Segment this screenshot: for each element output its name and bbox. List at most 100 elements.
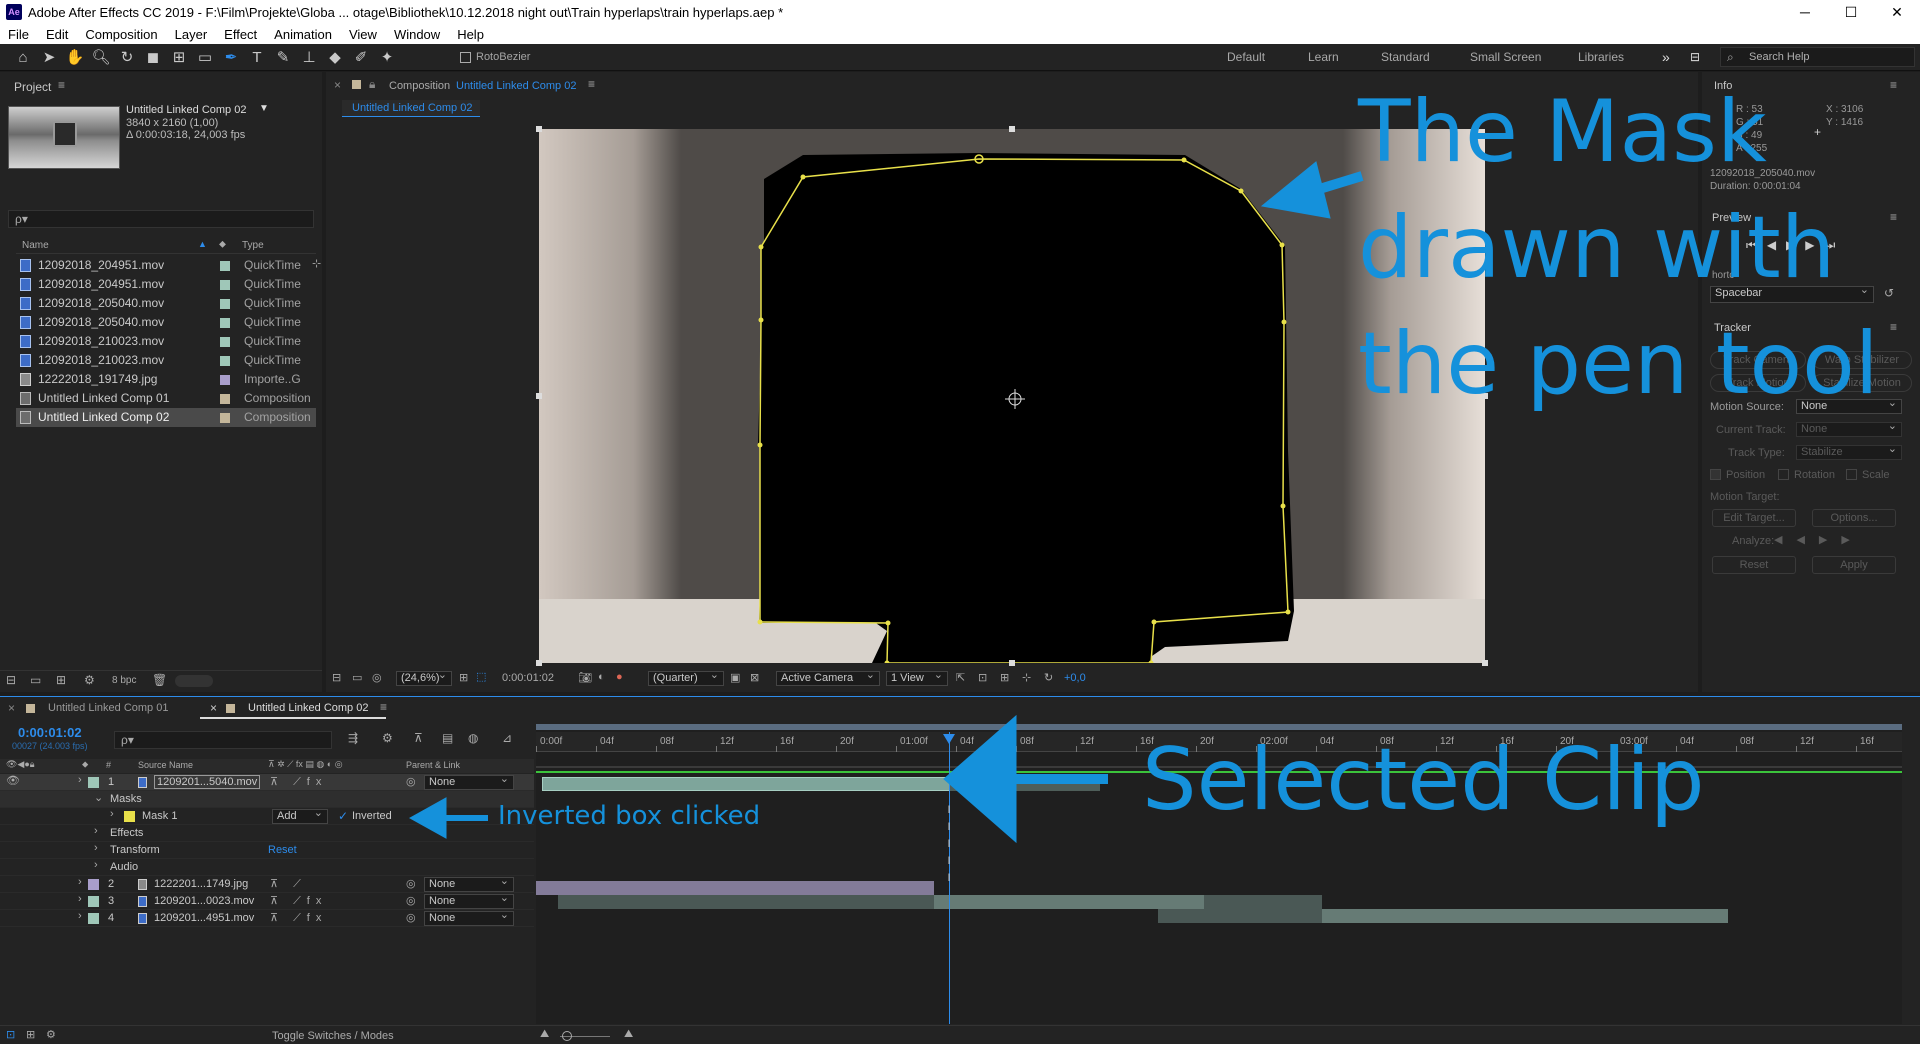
project-settings-icon[interactable]: ⚙ <box>84 673 95 687</box>
tracker-menu-icon[interactable]: ≡ <box>1890 320 1897 334</box>
mask-visibility-icon[interactable]: ⬚ <box>476 670 486 683</box>
timeline-icon[interactable]: ⊞ <box>1000 671 1009 684</box>
column-name-header[interactable]: Name <box>22 240 49 251</box>
layer-source-name[interactable]: 1222201...1749.jpg <box>154 878 248 890</box>
timeline-tab-comp-02[interactable]: Untitled Linked Comp 02 <box>248 702 368 714</box>
flowchart-icon[interactable]: ⊹ <box>1022 671 1031 684</box>
interpret-footage-icon[interactable]: ⊟ <box>6 673 16 687</box>
parent-pick-whip-icon[interactable]: ◎ <box>406 911 416 924</box>
layer-source-name[interactable]: 1209201...5040.mov <box>154 775 261 789</box>
twirl-arrow-icon[interactable]: ⌄ <box>94 791 103 804</box>
shy-icon[interactable]: ⊼ <box>414 731 423 745</box>
motion-blur-icon[interactable]: ◍ <box>468 731 478 745</box>
current-track-dropdown[interactable]: None <box>1796 420 1902 437</box>
reset-exposure-icon[interactable]: ↻ <box>1044 671 1053 684</box>
project-item[interactable]: Untitled Linked Comp 02 Composition <box>16 408 316 427</box>
new-composition-icon[interactable]: ⊞ <box>56 673 66 687</box>
zoom-dropdown[interactable]: (24,6%) <box>396 669 452 686</box>
project-item[interactable]: 12092018_205040.mov QuickTime <box>16 313 316 332</box>
composition-viewer[interactable] <box>536 126 1488 666</box>
more-workspaces-button[interactable]: » <box>1662 44 1670 71</box>
layer-label-chip[interactable] <box>88 913 99 924</box>
project-item[interactable]: Untitled Linked Comp 01 Composition <box>16 389 316 408</box>
project-search-input[interactable]: ρ▾ <box>8 210 314 228</box>
layer-row[interactable]: › 4 1209201...4951.mov ⊼ ⟋fx ◎ None <box>0 909 534 927</box>
parent-pick-whip-icon[interactable]: ◎ <box>406 894 416 907</box>
panel-menu-icon[interactable]: ≡ <box>58 78 65 92</box>
layer-switches[interactable]: ⊼ ⟋fx <box>270 775 327 789</box>
home-icon[interactable]: ⌂ <box>10 46 36 68</box>
maximize-button[interactable]: ☐ <box>1828 0 1874 24</box>
camera-dropdown[interactable]: Active Camera <box>776 669 880 686</box>
position-checkbox[interactable] <box>1710 469 1721 480</box>
layer-1-bar-tail[interactable] <box>950 777 1100 791</box>
layer-1-bar-selected[interactable] <box>542 777 950 791</box>
layer-switches[interactable]: ⊼ ⟋fx <box>270 911 327 925</box>
thumbnail-slider[interactable] <box>175 675 213 687</box>
lock-icon[interactable]: 🔒︎ <box>369 77 375 92</box>
layer-switches-pane-icon[interactable]: ⊡ <box>6 1028 15 1041</box>
transfer-controls-pane-icon[interactable]: ⊞ <box>26 1028 35 1041</box>
layer-handle[interactable] <box>536 126 542 132</box>
audio-group[interactable]: › Audio <box>0 859 534 876</box>
mask-mode-dropdown[interactable]: Add <box>272 807 328 824</box>
comp-panel-menu-icon[interactable]: ≡ <box>588 77 595 91</box>
trash-icon[interactable]: 🗑︎ <box>152 673 167 687</box>
layer-label-chip[interactable] <box>88 777 99 788</box>
timeline-menu-icon[interactable]: ≡ <box>380 700 387 714</box>
source-name-header[interactable]: Source Name <box>138 760 193 770</box>
label-color-chip[interactable] <box>220 261 230 271</box>
zoom-tool-icon[interactable]: 🔍︎ <box>88 46 114 68</box>
resolution-dropdown[interactable]: (Quarter) <box>648 669 724 686</box>
channels-icon[interactable]: ● <box>616 671 623 683</box>
mask-1-label[interactable]: Mask 1 <box>142 810 177 822</box>
label-color-chip[interactable] <box>220 280 230 290</box>
toggle-pixel-aspect-icon[interactable]: ⇱ <box>956 671 965 684</box>
label-color-chip[interactable] <box>220 413 230 423</box>
in-out-pane-icon[interactable]: ⚙ <box>46 1028 56 1041</box>
layer-source-name[interactable]: 1209201...4951.mov <box>154 912 254 924</box>
layer-row[interactable]: › 3 1209201...0023.mov ⊼ ⟋fx ◎ None <box>0 892 534 910</box>
track-type-dropdown[interactable]: Stabilize <box>1796 443 1902 460</box>
graph-editor-icon[interactable]: ⊿ <box>502 731 512 745</box>
timeline-zoom-handle[interactable] <box>562 1031 572 1041</box>
parent-dropdown[interactable]: None <box>424 773 514 790</box>
pan-behind-tool-icon[interactable]: ⊞ <box>166 46 192 68</box>
workspace-default[interactable]: Default <box>1227 44 1265 71</box>
exposure-value[interactable]: +0,0 <box>1064 672 1086 684</box>
column-type-header[interactable]: Type <box>242 240 264 251</box>
layer-handle[interactable] <box>536 660 542 666</box>
preview-menu-icon[interactable]: ≡ <box>1890 210 1897 224</box>
minimize-button[interactable]: ─ <box>1782 0 1828 24</box>
edit-target-button[interactable]: Edit Target... <box>1712 509 1796 527</box>
twirl-arrow-icon[interactable]: › <box>110 808 114 820</box>
timeline-search-input[interactable]: ρ▾ <box>114 731 332 749</box>
camera-tool-icon[interactable]: ◼ <box>140 46 166 68</box>
parent-dropdown[interactable]: None <box>424 892 514 909</box>
transform-reset-link[interactable]: Reset <box>268 844 297 856</box>
scale-checkbox[interactable] <box>1846 469 1857 480</box>
layer-switches[interactable]: ⊼ ⟋fx <box>270 894 327 908</box>
tracker-reset-button[interactable]: Reset <box>1712 556 1796 574</box>
layer-row[interactable]: › 2 1222201...1749.jpg ⊼ ⟋ ◎ None <box>0 875 534 893</box>
menu-view[interactable]: View <box>349 27 377 42</box>
transform-group[interactable]: › Transform Reset <box>0 842 534 859</box>
menu-composition[interactable]: Composition <box>85 27 157 42</box>
layer-row[interactable]: 👁︎ › 1 1209201...5040.mov ⊼ ⟋fx ◎ None <box>0 773 534 791</box>
layer-label-chip[interactable] <box>88 896 99 907</box>
menu-layer[interactable]: Layer <box>175 27 208 42</box>
twirl-arrow-icon[interactable]: › <box>78 893 82 905</box>
pen-tool-icon[interactable]: ✒ <box>218 46 244 68</box>
search-help-input[interactable]: ⌕ Search Help <box>1720 47 1915 67</box>
layer-switches[interactable]: ⊼ ⟋ <box>270 877 307 891</box>
workspace-learn[interactable]: Learn <box>1308 44 1339 71</box>
parent-pick-whip-icon[interactable]: ◎ <box>406 877 416 890</box>
layer-label-chip[interactable] <box>88 879 99 890</box>
info-menu-icon[interactable]: ≡ <box>1890 78 1897 92</box>
layer-source-name[interactable]: 1209201...0023.mov <box>154 895 254 907</box>
clone-stamp-tool-icon[interactable]: ⊥ <box>296 46 322 68</box>
label-color-chip[interactable] <box>220 337 230 347</box>
rectangle-tool-icon[interactable]: ▭ <box>192 46 218 68</box>
project-item[interactable]: 12092018_205040.mov QuickTime <box>16 294 316 313</box>
menu-edit[interactable]: Edit <box>46 27 68 42</box>
